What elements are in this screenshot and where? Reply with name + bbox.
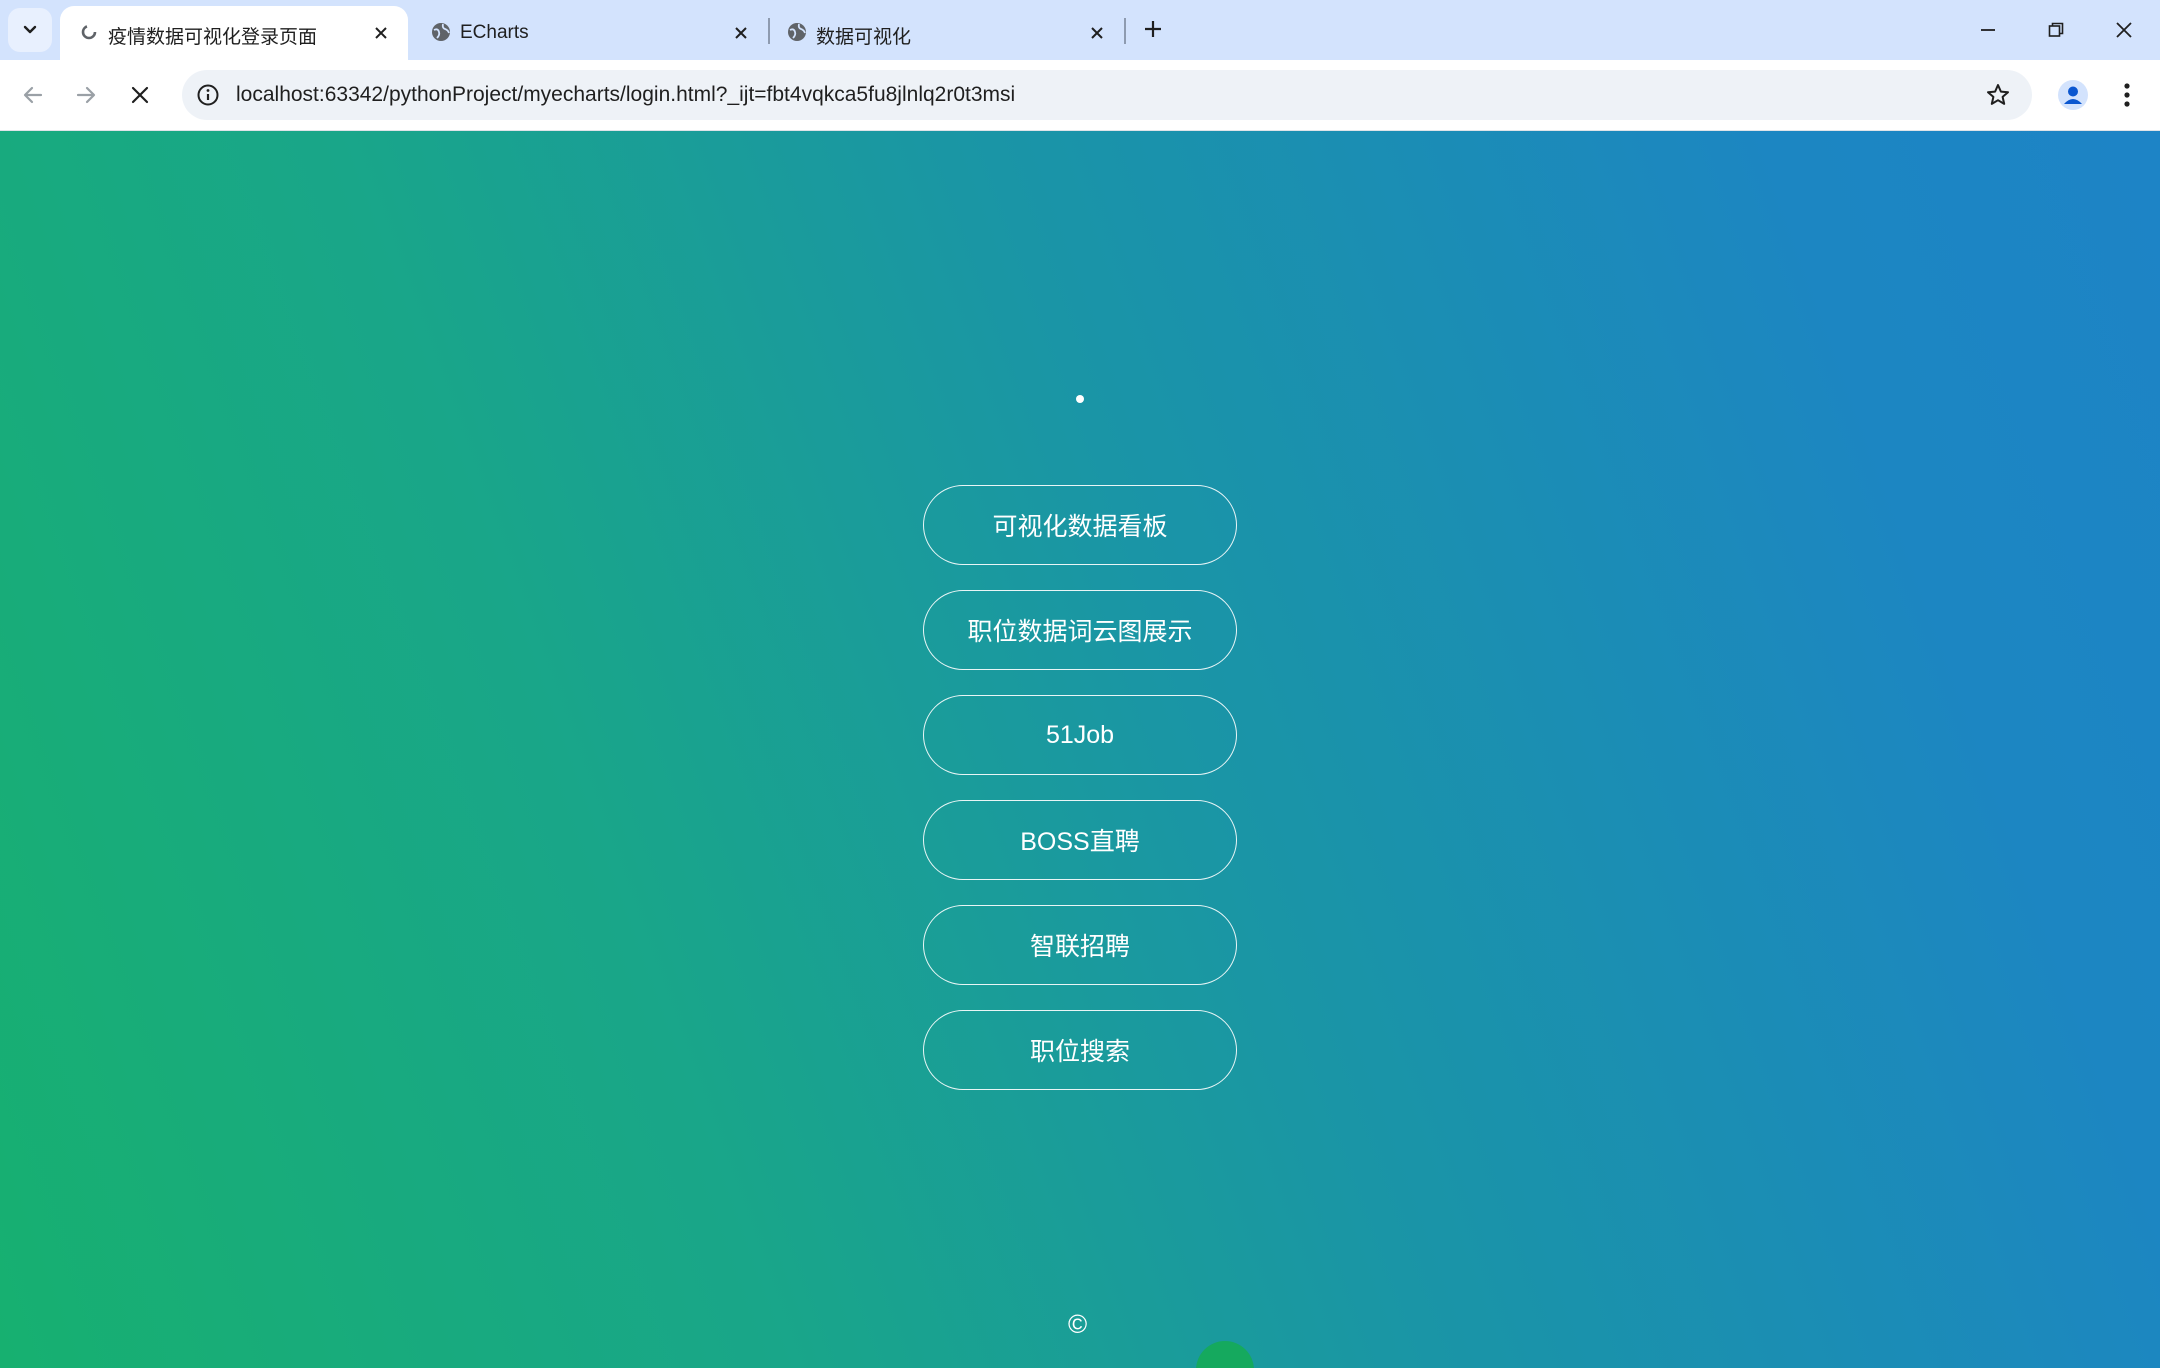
- loading-favicon-icon: [81, 24, 97, 40]
- job-search-button[interactable]: 职位搜索: [923, 1010, 1237, 1090]
- close-tab-icon[interactable]: [728, 20, 754, 46]
- tab-search-button[interactable]: [8, 8, 52, 52]
- browser-menu-button[interactable]: [2106, 74, 2148, 116]
- tab-title: ECharts: [460, 22, 529, 43]
- profile-button[interactable]: [2052, 74, 2094, 116]
- close-window-button[interactable]: [2099, 8, 2149, 52]
- restore-button[interactable]: [2031, 8, 2081, 52]
- close-tab-icon[interactable]: [368, 20, 394, 46]
- chevron-down-icon: [23, 25, 37, 34]
- minimize-icon: [1981, 29, 1995, 31]
- address-bar[interactable]: localhost:63342/pythonProject/myecharts/…: [182, 70, 2032, 120]
- globe-icon: [432, 23, 450, 41]
- wordcloud-button[interactable]: 职位数据词云图展示: [923, 590, 1237, 670]
- tab-echarts[interactable]: ECharts: [412, 6, 762, 60]
- globe-icon: [788, 23, 806, 41]
- forward-button[interactable]: [63, 72, 109, 118]
- restore-icon: [2048, 22, 2064, 37]
- 51job-button[interactable]: 51Job: [923, 695, 1237, 775]
- plus-icon: [1145, 21, 1161, 37]
- page-content: 可视化数据看板 职位数据词云图展示 51Job BOSS直聘 智联招聘 职位搜索…: [0, 131, 2160, 1368]
- decorative-circle: [1196, 1341, 1254, 1368]
- tab-title: 疫情数据可视化登录页面: [108, 27, 318, 48]
- bookmark-star-icon[interactable]: [1982, 79, 2014, 111]
- more-vertical-icon: [2124, 83, 2130, 107]
- arrow-left-icon: [23, 86, 43, 104]
- close-tab-icon[interactable]: [1084, 20, 1110, 46]
- minimize-button[interactable]: [1963, 8, 2013, 52]
- decorative-dot: [1076, 395, 1084, 403]
- stop-loading-button[interactable]: [117, 72, 163, 118]
- close-icon: [131, 86, 149, 104]
- site-info-icon[interactable]: [192, 79, 224, 111]
- tab-login-page[interactable]: 疫情数据可视化登录页面: [60, 6, 408, 60]
- back-button[interactable]: [10, 72, 56, 118]
- boss-button[interactable]: BOSS直聘: [923, 800, 1237, 880]
- avatar-icon: [2058, 80, 2088, 110]
- zhilian-button[interactable]: 智联招聘: [923, 905, 1237, 985]
- tab-strip: 疫情数据可视化登录页面 ECharts 数据可视化: [0, 0, 2160, 60]
- close-icon: [2116, 22, 2132, 38]
- dashboard-button[interactable]: 可视化数据看板: [923, 485, 1237, 565]
- arrow-right-icon: [76, 86, 96, 104]
- url-text[interactable]: localhost:63342/pythonProject/myecharts/…: [236, 83, 1015, 107]
- tab-data-visualization[interactable]: 数据可视化: [768, 6, 1118, 60]
- new-tab-button[interactable]: [1136, 12, 1170, 46]
- browser-toolbar: localhost:63342/pythonProject/myecharts/…: [0, 60, 2160, 131]
- tab-title: 数据可视化: [816, 27, 912, 48]
- tab-separator: [1124, 18, 1126, 44]
- copyright-footer: ©: [1068, 1309, 1088, 1339]
